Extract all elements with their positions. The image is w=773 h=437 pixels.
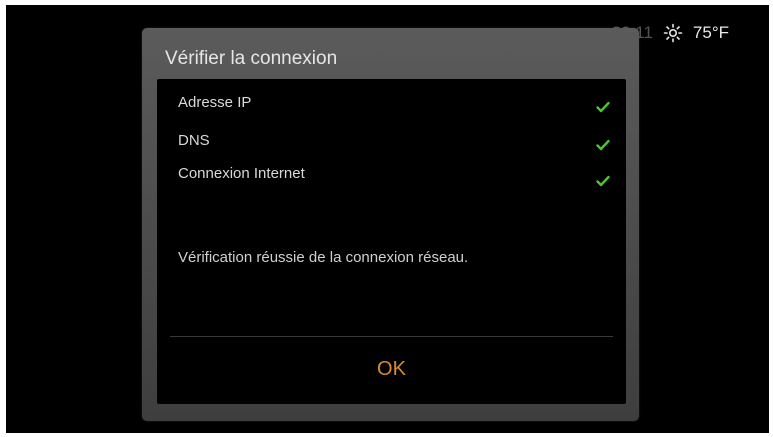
dialog-title: Vérifier la connexion	[165, 48, 338, 69]
checkmark-icon	[596, 174, 610, 191]
check-connection-dialog: Vérifier la connexion Adresse IP DNS Con…	[142, 28, 639, 421]
status-message: Vérification réussie de la connexion rés…	[178, 249, 469, 266]
divider	[170, 336, 613, 337]
sun-icon	[663, 23, 683, 43]
tv-screen: 20:11 75°F Vérifier la connexion	[6, 5, 769, 433]
check-label: Connexion Internet	[178, 165, 305, 182]
dialog-body: Adresse IP DNS Connexion Internet Vérifi…	[157, 79, 626, 404]
ok-button[interactable]: OK	[157, 349, 626, 389]
temperature: 75°F	[692, 23, 729, 42]
checkmark-icon	[596, 138, 610, 155]
check-label: Adresse IP	[178, 94, 252, 111]
check-label: DNS	[178, 132, 210, 149]
checkmark-icon	[596, 100, 610, 117]
